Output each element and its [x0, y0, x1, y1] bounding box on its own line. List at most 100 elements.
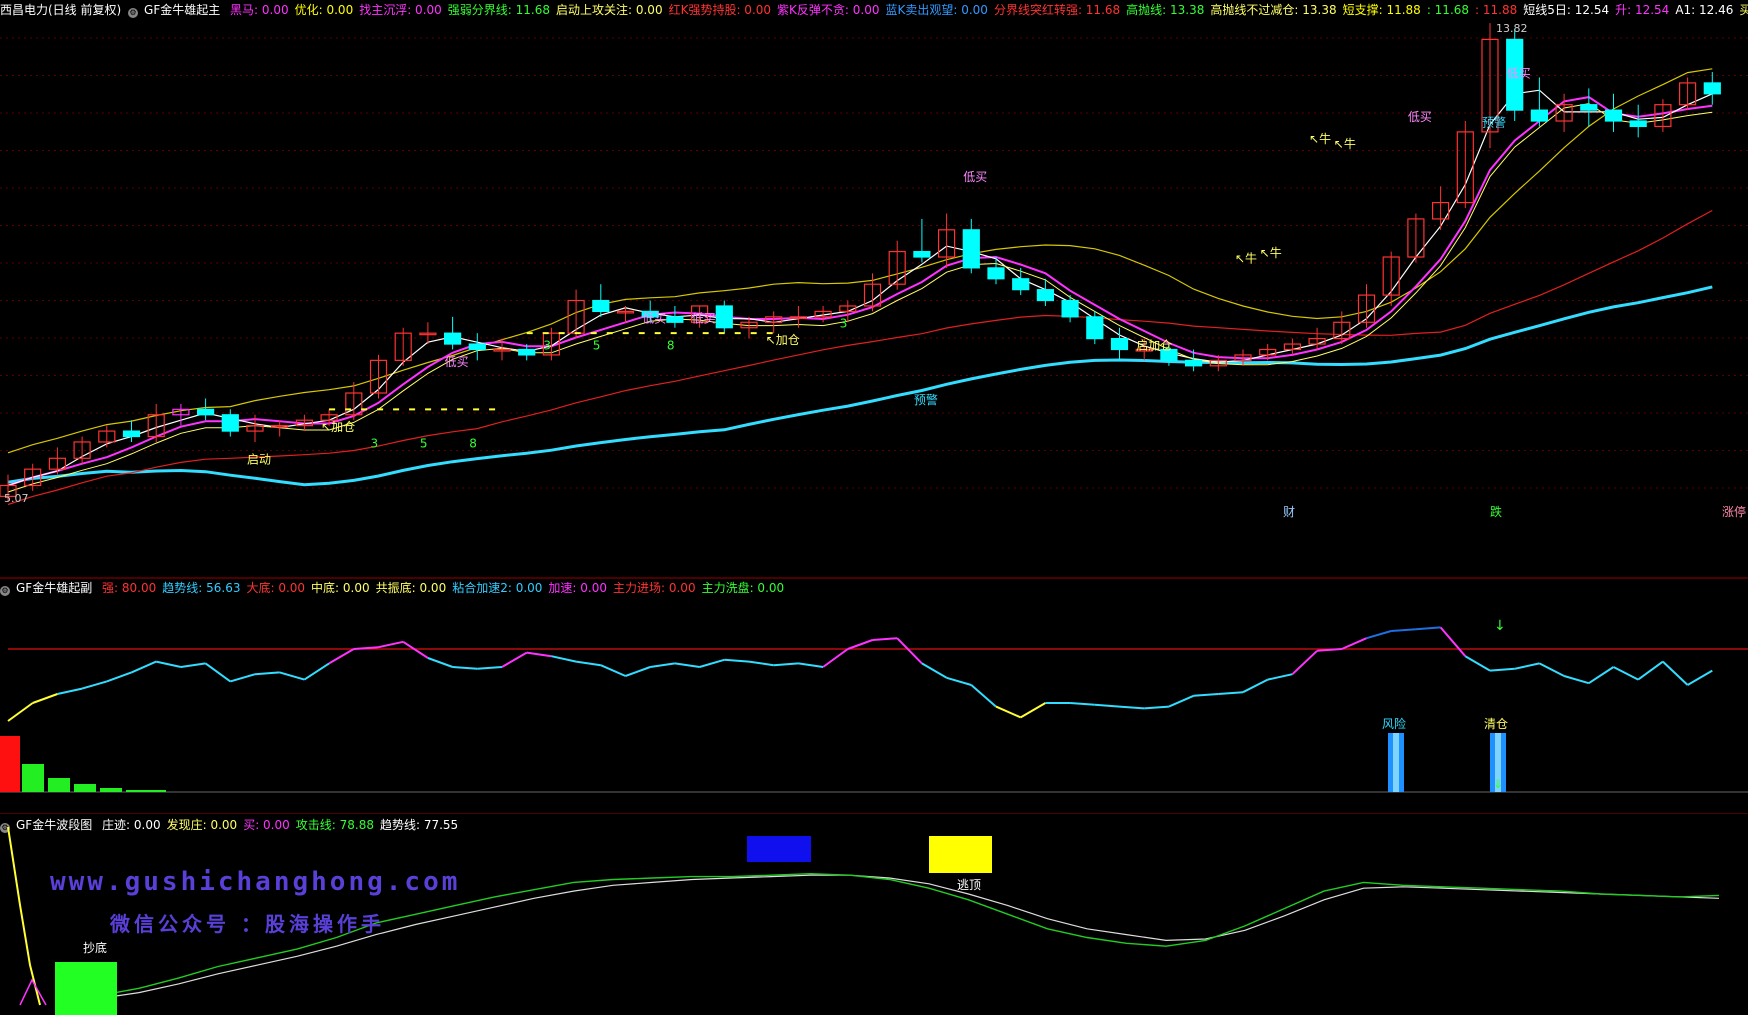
candle	[394, 327, 412, 366]
candle	[1308, 327, 1326, 350]
trend-segment	[81, 680, 108, 690]
signal-bull1: ↖牛	[1235, 250, 1257, 265]
candle	[1703, 72, 1721, 105]
candle	[444, 316, 462, 350]
trend-segment	[1193, 693, 1219, 697]
trend-segment	[896, 637, 923, 665]
wash-bar	[22, 764, 44, 792]
sub1-line-chart[interactable]: 风险 清仓 ↓ ⇓	[0, 578, 1748, 814]
signal-lowbuy1: 低买	[445, 355, 469, 369]
marker-zhangting: 涨停	[1722, 504, 1746, 519]
signal-add1: ↖加仓	[321, 420, 355, 434]
trend-segment	[699, 658, 725, 668]
signal-n5b: 5	[593, 338, 601, 352]
marker-cai: 财	[1283, 505, 1295, 519]
candle	[962, 218, 980, 274]
candle-body	[122, 430, 141, 438]
trend-segment	[180, 662, 206, 668]
trend-segment	[650, 662, 676, 668]
risk-label: 风险	[1382, 716, 1406, 731]
sub1-indicator-panel: ⚙ GF金牛雄起副 强: 80.00 趋势线: 56.63 大底: 0.00 中底: 0…	[0, 578, 1748, 814]
down-arrow-icon: ↓	[1494, 618, 1506, 634]
signal-lowbuy3: 低买	[692, 311, 716, 325]
trend-segment	[526, 651, 552, 658]
candle-body	[1086, 316, 1104, 340]
trend-segment	[995, 705, 1022, 719]
signal-bull4: ↖牛	[1334, 136, 1356, 151]
trend-segment	[402, 640, 429, 659]
wash-bar	[126, 790, 166, 792]
candle	[1431, 186, 1450, 230]
down-arrow-icon: ⇓	[1493, 777, 1503, 791]
candle	[987, 257, 1005, 285]
signal-n3a: 3	[371, 436, 379, 450]
candle-body	[1110, 338, 1129, 351]
candle	[1629, 104, 1647, 138]
signal-lowbuy4: 低买	[963, 170, 987, 184]
trend-segment	[1168, 694, 1195, 708]
trend-segment	[230, 673, 256, 683]
trend-segment	[501, 651, 528, 668]
signal-warn2: 预警	[1482, 114, 1506, 129]
ma5-line	[7, 96, 1713, 487]
bottom-block	[55, 962, 117, 1015]
trend-segment	[1267, 673, 1293, 681]
candle-body	[1629, 120, 1647, 128]
trend-segment	[1341, 637, 1367, 650]
trend-segment	[970, 684, 997, 708]
trend-segment	[724, 658, 750, 663]
trend-segment	[1563, 675, 1590, 685]
signal-startadd: 启加仓	[1136, 338, 1172, 352]
trend-segment	[600, 664, 626, 677]
signal-lowbuy5: 低买	[1408, 110, 1432, 124]
trend-segment	[1119, 705, 1145, 710]
trend-segment	[1514, 662, 1540, 670]
candle-body	[1061, 299, 1079, 318]
trend-segment	[378, 640, 404, 649]
signal-n3c: 3	[840, 317, 848, 331]
candle-body	[715, 305, 733, 329]
candle-body	[962, 229, 980, 269]
sub2-indicator-panel: ⚙ GF金牛波段图 庄迹: 0.00 发现庄: 0.00 买: 0.00 攻击线: 78…	[0, 815, 1748, 1015]
candle-body	[221, 414, 239, 432]
main-candlestick-chart[interactable]: 13.825.07预警预警启动↖加仓↖加仓 启加仓低买低买 低买低买低买低买↖牛 ↖牛…	[0, 0, 1748, 580]
candle-body	[592, 299, 610, 313]
trend-segment	[1291, 650, 1318, 675]
trend-segment	[847, 639, 873, 650]
candle-body	[1703, 82, 1721, 95]
trend-segment	[1489, 667, 1515, 672]
signal-bull3: ↖牛	[1309, 131, 1331, 146]
candle	[197, 398, 215, 421]
signal-n5a: 5	[420, 436, 428, 450]
big-bottom-bar	[0, 736, 20, 792]
marker-die: 跌	[1490, 504, 1502, 519]
trend-segment	[1588, 666, 1615, 685]
trend-segment	[131, 660, 157, 674]
candle	[888, 240, 906, 290]
escape-block	[929, 836, 992, 873]
candle-body	[1184, 359, 1203, 367]
trend-segment	[625, 666, 651, 677]
candle-body	[1036, 289, 1055, 302]
trend-segment	[1538, 662, 1565, 677]
candle	[1283, 338, 1302, 355]
trend-segment	[477, 666, 503, 670]
candle	[1333, 311, 1351, 345]
trend-segment	[1464, 655, 1491, 672]
price-high-label: 13.82	[1496, 22, 1528, 35]
signal-n8b: 8	[667, 338, 675, 352]
candle	[345, 382, 363, 421]
candle-body	[1604, 109, 1623, 122]
trend-segment	[1144, 705, 1169, 710]
trend-segment	[1439, 626, 1467, 657]
signal-n3b: 3	[543, 338, 551, 352]
signal-bull2: ↖牛	[1260, 245, 1282, 260]
risk-column-highlight	[1393, 733, 1399, 792]
trend-segment	[1218, 691, 1244, 695]
candle-body	[1530, 109, 1549, 122]
candle-body	[987, 267, 1005, 280]
candle	[913, 218, 931, 263]
trend-segment	[674, 662, 700, 668]
signal-start: 启动	[247, 453, 271, 467]
candle	[1580, 88, 1598, 127]
